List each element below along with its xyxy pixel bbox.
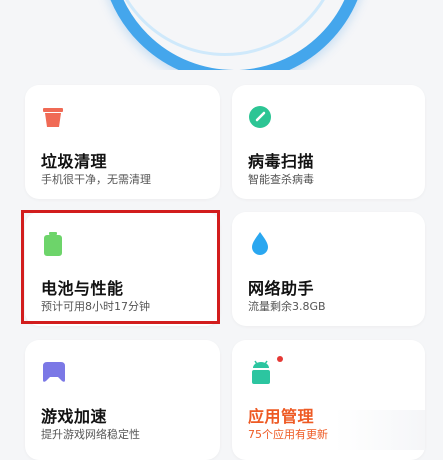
card-title: 网络助手 <box>248 279 315 298</box>
card-title: 病毒扫描 <box>248 152 315 171</box>
notification-dot <box>277 356 283 362</box>
card-junk-clean[interactable]: 垃圾清理 手机很干净，无需清理 <box>25 85 220 199</box>
water-drop-icon <box>248 231 272 261</box>
card-subtitle: 75个应用有更新 <box>248 428 328 441</box>
card-network-assistant[interactable]: 网络助手 流量剩余3.8GB <box>232 212 425 326</box>
card-app-management[interactable]: 应用管理 75个应用有更新 <box>232 340 425 460</box>
gamepad-icon <box>41 360 67 388</box>
card-subtitle: 手机很干净，无需清理 <box>41 173 151 186</box>
status-ring <box>0 0 443 70</box>
card-subtitle: 流量剩余3.8GB <box>248 300 326 313</box>
card-game-boost[interactable]: 游戏加速 提升游戏网络稳定性 <box>25 340 220 460</box>
card-virus-scan[interactable]: 病毒扫描 智能查杀病毒 <box>232 85 425 199</box>
card-title: 垃圾清理 <box>41 152 108 171</box>
card-subtitle: 提升游戏网络稳定性 <box>41 428 140 441</box>
card-title: 电池与性能 <box>41 279 124 298</box>
trash-icon <box>41 105 65 133</box>
android-icon <box>248 358 274 390</box>
card-subtitle: 预计可用8小时17分钟 <box>41 300 150 313</box>
card-battery-performance[interactable]: 电池与性能 预计可用8小时17分钟 <box>25 212 220 326</box>
fade-overlay <box>335 410 425 450</box>
scan-icon <box>248 105 272 133</box>
card-title: 游戏加速 <box>41 407 108 426</box>
battery-icon <box>41 231 65 261</box>
card-subtitle: 智能查杀病毒 <box>248 173 314 186</box>
card-title: 应用管理 <box>248 407 315 426</box>
